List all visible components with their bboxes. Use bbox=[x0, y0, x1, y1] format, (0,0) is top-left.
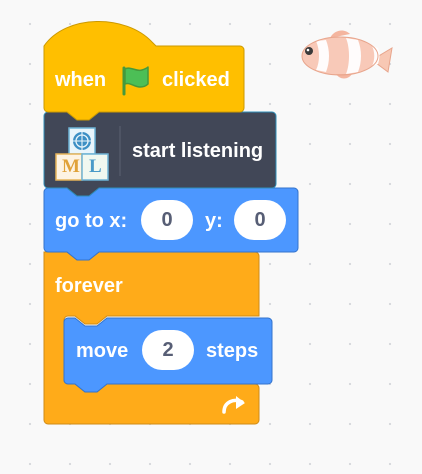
forever-label: forever bbox=[55, 275, 123, 297]
goto-x-label: go to x: bbox=[55, 210, 128, 232]
move-label: move bbox=[76, 340, 129, 362]
hat-clicked-label: clicked bbox=[162, 69, 230, 91]
goto-x-input[interactable]: 0 bbox=[141, 200, 193, 240]
goto-y-input[interactable]: 0 bbox=[234, 200, 286, 240]
goto-y-label: y: bbox=[205, 210, 223, 232]
ml-icon-letter-l: L bbox=[89, 156, 102, 177]
ml-icon-letter-m: M bbox=[62, 156, 80, 177]
clownfish-sprite-icon bbox=[301, 30, 393, 79]
start-listening-label: start listening bbox=[132, 140, 264, 162]
move-steps-input[interactable]: 2 bbox=[142, 330, 194, 370]
hat-when-label: when bbox=[55, 69, 107, 91]
steps-label: steps bbox=[206, 340, 259, 362]
